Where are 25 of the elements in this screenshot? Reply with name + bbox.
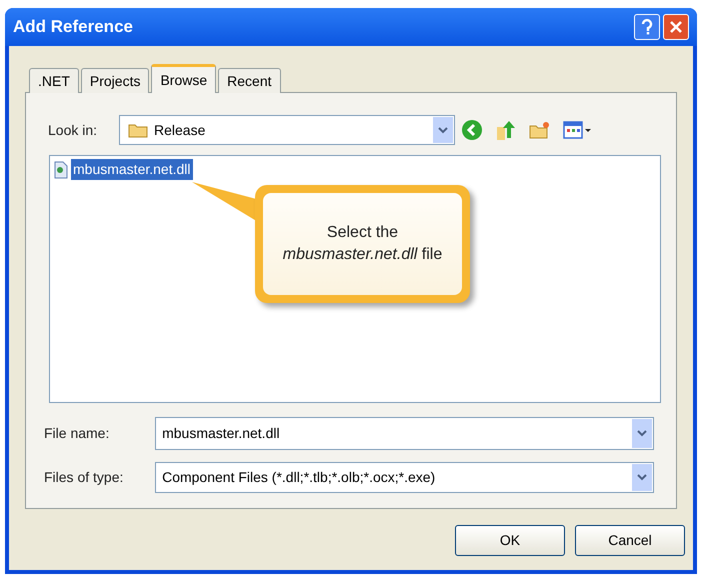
dialog-button[interactable]: OK — [455, 525, 565, 556]
back-icon[interactable] — [461, 119, 483, 141]
dialog-button[interactable]: Cancel — [575, 525, 685, 556]
help-button[interactable] — [634, 14, 660, 40]
window-title: Add Reference — [13, 16, 134, 38]
new-folder-icon[interactable] — [529, 120, 551, 140]
callout: Select the mbusmaster.net.dll file — [255, 185, 470, 303]
close-button[interactable] — [663, 14, 689, 40]
tab[interactable]: Projects — [80, 68, 150, 93]
tab[interactable]: Recent — [218, 68, 281, 93]
files-of-type-dropdown[interactable]: Component Files (*.dll;*.tlb;*.olb;*.ocx;*.exe) — [155, 462, 654, 493]
up-folder-icon[interactable] — [495, 119, 517, 141]
question-mark-icon — [641, 19, 653, 35]
files-of-type-label: Files of type: — [44, 468, 124, 487]
look-in-label: Look in: — [48, 120, 98, 140]
file-name-field[interactable]: mbusmaster.net.dll — [155, 417, 654, 450]
look-in-dropdown[interactable]: Release — [119, 115, 455, 145]
file-icon — [53, 160, 69, 178]
view-menu-icon[interactable] — [563, 120, 593, 140]
file-name-label: File name: — [44, 424, 110, 443]
tab[interactable]: .NET — [29, 68, 79, 93]
folder-icon — [128, 122, 148, 138]
tab[interactable]: Browse — [151, 64, 216, 93]
close-icon — [669, 20, 683, 34]
file-item[interactable]: mbusmaster.net.dll — [71, 159, 192, 180]
